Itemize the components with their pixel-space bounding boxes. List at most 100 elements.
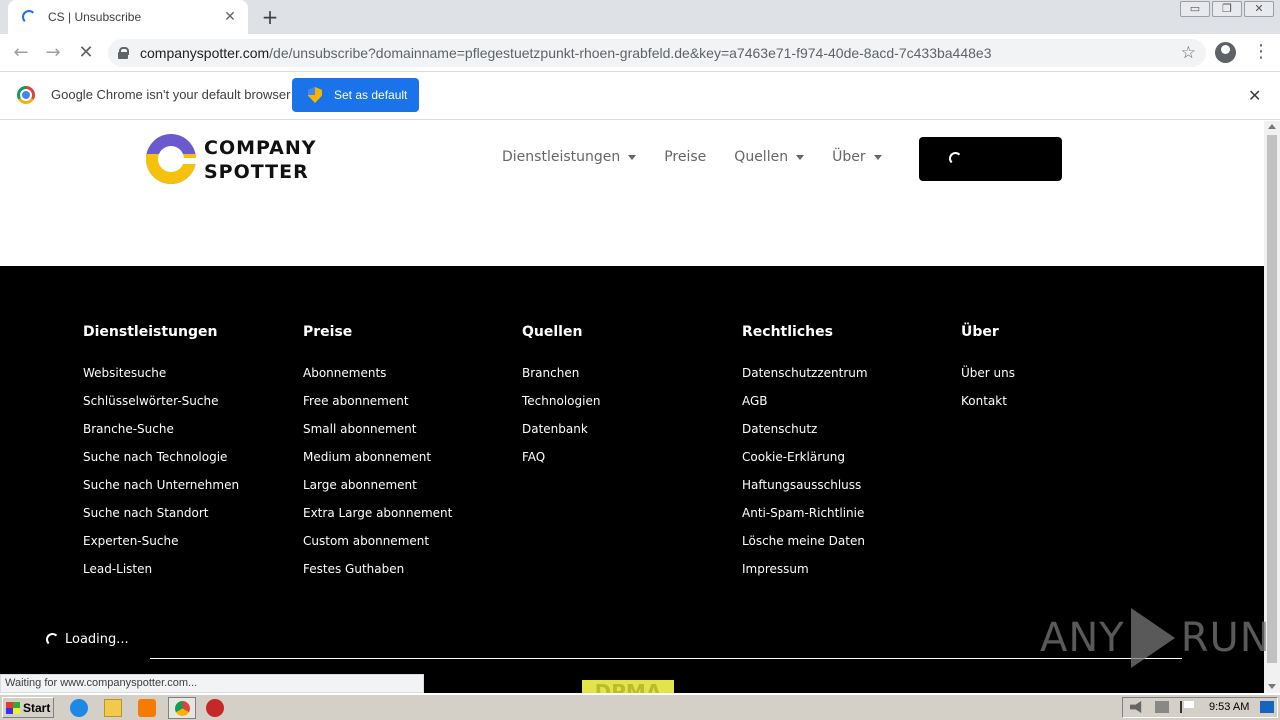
lock-icon[interactable] bbox=[118, 47, 129, 59]
forward-arrow-icon[interactable]: → bbox=[42, 42, 64, 64]
footer-link[interactable]: Kontakt bbox=[961, 392, 1015, 420]
footer-heading: Dienstleistungen bbox=[83, 324, 218, 340]
nav-label: Quellen bbox=[734, 149, 789, 165]
browser-toolbar: ← → ✕ companyspotter.com/de/unsubscribe?… bbox=[0, 34, 1280, 72]
footer-column-preise: Preise Abonnements Free abonnement Small… bbox=[303, 324, 452, 588]
scroll-down-arrow-icon[interactable] bbox=[1268, 684, 1276, 689]
footer-divider bbox=[150, 658, 1182, 659]
default-browser-infobar: Google Chrome isn't your default browser… bbox=[0, 72, 1280, 120]
flag-icon[interactable] bbox=[1180, 701, 1194, 713]
scrollbar-thumb[interactable] bbox=[1267, 135, 1277, 663]
footer-link[interactable]: Branche-Suche bbox=[83, 420, 239, 448]
set-default-button[interactable]: Set as default bbox=[292, 78, 419, 112]
footer-link[interactable]: Small abonnement bbox=[303, 420, 452, 448]
footer-link[interactable]: Lead-Listen bbox=[83, 560, 239, 588]
watermark-right: RUN bbox=[1180, 615, 1271, 661]
stop-loading-icon[interactable]: ✕ bbox=[75, 42, 97, 64]
loading-spinner-icon bbox=[22, 10, 36, 24]
footer-link[interactable]: Websitesuche bbox=[83, 364, 239, 392]
footer-link[interactable]: Cookie-Erklärung bbox=[742, 448, 868, 476]
new-tab-button[interactable]: + bbox=[258, 4, 282, 30]
nav-ueber[interactable]: Über bbox=[832, 149, 882, 165]
logo-text: COMPANY SPOTTER bbox=[204, 136, 317, 184]
scroll-up-arrow-icon[interactable] bbox=[1268, 124, 1276, 129]
footer-link[interactable]: Festes Guthaben bbox=[303, 560, 452, 588]
start-button[interactable]: Start bbox=[2, 697, 54, 718]
minimize-button[interactable]: ▭ bbox=[1180, 1, 1210, 17]
close-window-button[interactable]: ✕ bbox=[1244, 1, 1274, 17]
start-label: Start bbox=[23, 700, 51, 715]
nav-quellen[interactable]: Quellen bbox=[734, 149, 805, 165]
footer-link[interactable]: Branchen bbox=[522, 364, 600, 392]
footer-link[interactable]: Haftungsausschluss bbox=[742, 476, 868, 504]
back-arrow-icon[interactable]: ← bbox=[10, 42, 32, 64]
nav-label: Über bbox=[832, 149, 866, 165]
loading-indicator: Loading... bbox=[46, 632, 129, 647]
tab-title: CS | Unsubscribe bbox=[48, 10, 142, 24]
footer-column-dienstleistungen: Dienstleistungen Websitesuche Schlüsselw… bbox=[83, 324, 239, 588]
footer-link[interactable]: Datenbank bbox=[522, 420, 600, 448]
network-icon[interactable] bbox=[1155, 701, 1169, 713]
footer-link[interactable]: Datenschutz bbox=[742, 420, 868, 448]
restore-button[interactable]: ❐ bbox=[1212, 1, 1242, 17]
media-player-icon[interactable] bbox=[138, 699, 156, 717]
infobar-message: Google Chrome isn't your default browser bbox=[51, 87, 291, 102]
system-tray bbox=[1122, 697, 1278, 718]
footer-link[interactable]: Technologien bbox=[522, 392, 600, 420]
footer-link[interactable]: AGB bbox=[742, 392, 868, 420]
footer-link[interactable]: Medium abonnement bbox=[303, 448, 452, 476]
footer-column-rechtliches: Rechtliches Datenschutzzentrum AGB Daten… bbox=[742, 324, 868, 588]
folder-icon[interactable] bbox=[104, 699, 122, 717]
footer-link[interactable]: FAQ bbox=[522, 448, 600, 476]
footer-link[interactable]: Suche nach Technologie bbox=[83, 448, 239, 476]
footer-link[interactable]: Extra Large abonnement bbox=[303, 504, 452, 532]
footer-link[interactable]: Suche nach Unternehmen bbox=[83, 476, 239, 504]
status-bubble: Waiting for www.companyspotter.com... bbox=[0, 674, 424, 693]
profile-avatar-icon[interactable] bbox=[1215, 42, 1236, 63]
nav-preise[interactable]: Preise bbox=[664, 149, 706, 165]
footer-link[interactable]: Abonnements bbox=[303, 364, 452, 392]
footer-link[interactable]: Über uns bbox=[961, 364, 1015, 392]
dpma-badge: DPMA bbox=[582, 680, 674, 693]
cta-button[interactable] bbox=[919, 137, 1062, 181]
tab-close-icon[interactable]: ✕ bbox=[222, 9, 238, 25]
logo-mark-icon bbox=[146, 134, 198, 186]
chrome-logo-icon bbox=[17, 86, 35, 104]
chevron-down-icon bbox=[796, 154, 805, 160]
main-nav: Dienstleistungen Preise Quellen Über bbox=[502, 149, 910, 165]
infobar-close-icon[interactable]: ✕ bbox=[1248, 86, 1261, 105]
ie-icon[interactable] bbox=[70, 699, 88, 717]
footer-link[interactable]: Large abonnement bbox=[303, 476, 452, 504]
menu-kebab-icon[interactable]: ⋮ bbox=[1252, 40, 1270, 64]
show-desktop-icon[interactable] bbox=[1260, 701, 1274, 713]
url-path: /de/unsubscribe?domainname=pflegestuetzp… bbox=[269, 45, 992, 61]
shield-icon bbox=[308, 87, 322, 103]
site-header: COMPANY SPOTTER Dienstleistungen Preise … bbox=[0, 121, 1264, 266]
footer-heading: Über bbox=[961, 324, 999, 340]
url-text[interactable]: companyspotter.com/de/unsubscribe?domain… bbox=[140, 45, 991, 61]
bookmark-star-icon[interactable]: ☆ bbox=[1181, 43, 1196, 63]
footer-link[interactable]: Experten-Suche bbox=[83, 532, 239, 560]
footer-link[interactable]: Lösche meine Daten bbox=[742, 532, 868, 560]
footer-link[interactable]: Free abonnement bbox=[303, 392, 452, 420]
footer-heading: Preise bbox=[303, 324, 353, 340]
nav-dienstleistungen[interactable]: Dienstleistungen bbox=[502, 149, 637, 165]
chevron-down-icon bbox=[628, 154, 637, 160]
tab-strip: CS | Unsubscribe ✕ + ▭ ❐ ✕ bbox=[0, 0, 1280, 34]
footer-link[interactable]: Custom abonnement bbox=[303, 532, 452, 560]
address-bar[interactable]: companyspotter.com/de/unsubscribe?domain… bbox=[108, 39, 1206, 67]
footer-link[interactable]: Impressum bbox=[742, 560, 868, 588]
button-spinner-icon bbox=[949, 152, 962, 165]
stop-sign-icon[interactable] bbox=[206, 699, 224, 717]
footer-link[interactable]: Anti-Spam-Richtlinie bbox=[742, 504, 868, 532]
browser-tab[interactable]: CS | Unsubscribe ✕ bbox=[8, 0, 248, 34]
logo-line2: SPOTTER bbox=[204, 161, 309, 183]
chrome-taskbar-button[interactable] bbox=[168, 697, 196, 719]
footer-link[interactable]: Schlüsselwörter-Suche bbox=[83, 392, 239, 420]
footer-column-quellen: Quellen Branchen Technologien Datenbank … bbox=[522, 324, 600, 476]
footer-link[interactable]: Suche nach Standort bbox=[83, 504, 239, 532]
nav-label: Dienstleistungen bbox=[502, 149, 621, 165]
company-spotter-logo[interactable]: COMPANY SPOTTER bbox=[146, 134, 317, 186]
logo-line1: COMPANY bbox=[204, 137, 317, 159]
footer-link[interactable]: Datenschutzzentrum bbox=[742, 364, 868, 392]
